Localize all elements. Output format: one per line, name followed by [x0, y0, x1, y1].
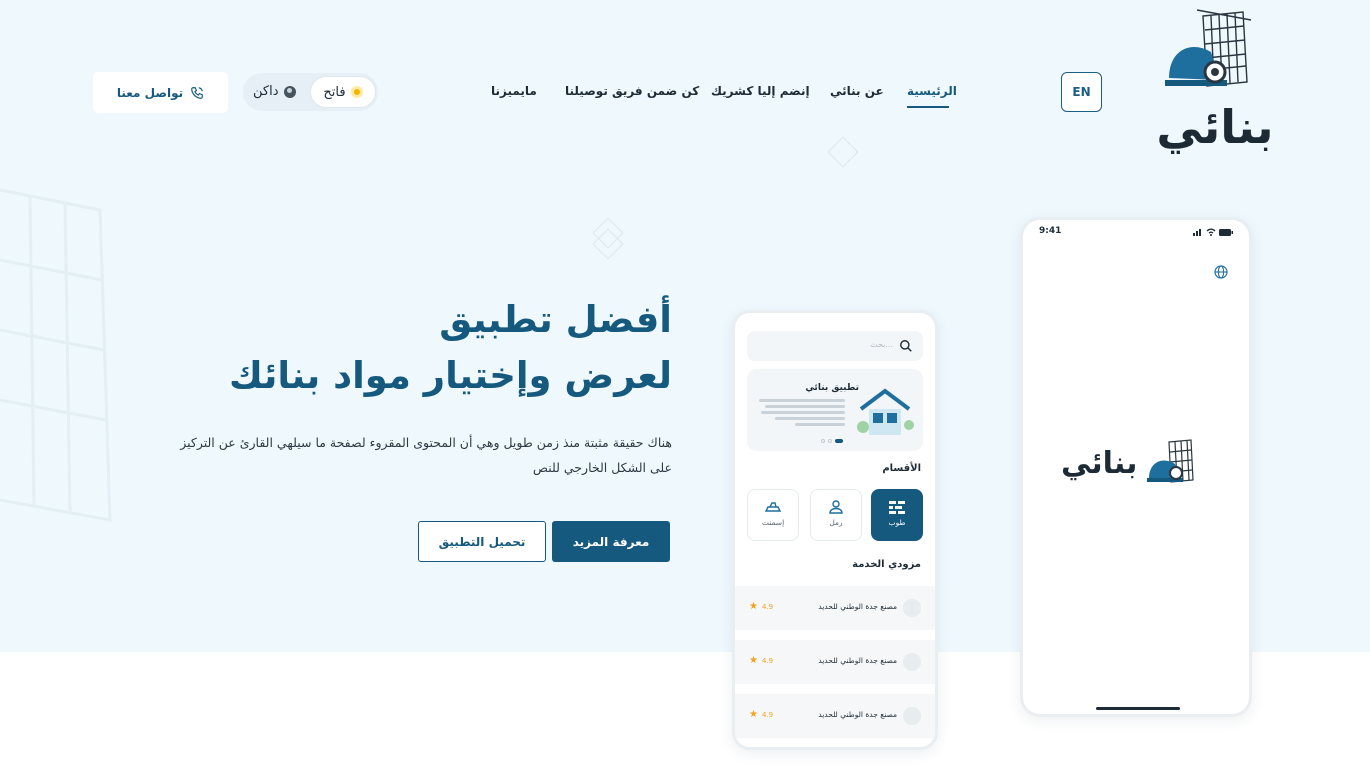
mockup-search-bar: بحث... — [747, 331, 923, 361]
mockup-carousel-dots — [821, 439, 843, 443]
provider-rating: ★ 4.9 — [749, 655, 773, 666]
language-button[interactable]: EN — [1061, 72, 1102, 112]
star-icon: ★ — [749, 709, 758, 720]
sun-icon — [350, 86, 363, 98]
brand-logo-text: بنائي — [1156, 100, 1274, 154]
provider-rating-value: 4.9 — [761, 710, 774, 719]
house-illustration-icon — [857, 388, 914, 435]
theme-dark-label: داكن — [253, 84, 279, 99]
theme-light-option[interactable]: فاتح — [310, 76, 376, 108]
mockup-provider-row: مصنع جدة الوطني للحديد ★ 4.9 — [735, 694, 935, 738]
download-app-button[interactable]: تحميل التطبيق — [418, 521, 546, 562]
hero-title: أفضل تطبيق لعرض وإختيار مواد بنائك — [229, 292, 672, 404]
mockup-category-label: رمل — [829, 518, 843, 527]
provider-rating-value: 4.9 — [761, 602, 774, 611]
wifi-icon — [1206, 228, 1216, 236]
background-grid-decoration — [0, 188, 112, 522]
learn-more-button[interactable]: معرفة المزيد — [552, 521, 670, 562]
active-nav-underline — [907, 106, 949, 108]
mockup-provider-row: مصنع جدة الوطني للحديد ★ 4.9 — [735, 640, 935, 684]
app-screen-mockup: بحث... تطبيق بنائي الأقسام طوب رمل إسمنت… — [732, 310, 938, 750]
hero-title-line-2: لعرض وإختيار مواد بنائك — [229, 354, 672, 397]
mockup-category-sand: رمل — [810, 489, 862, 541]
nav-item-home[interactable]: الرئيسية — [907, 84, 957, 98]
status-bar-time: 9:41 — [1039, 226, 1062, 236]
provider-rating: ★ 4.9 — [749, 709, 773, 720]
provider-name: مصنع جدة الوطني للحديد — [818, 602, 897, 611]
nav-item-features[interactable]: مايميزنا — [491, 84, 537, 98]
mockup-category-label: طوب — [888, 518, 906, 527]
moon-icon — [283, 85, 296, 98]
building-helmet-icon — [1147, 439, 1194, 483]
mockup-categories-title: الأقسام — [882, 463, 921, 474]
contact-us-button[interactable]: تواصل معنا — [93, 72, 228, 113]
provider-rating: ★ 4.9 — [749, 601, 773, 612]
splash-screen-mockup: 9:41 بنائي — [1020, 217, 1252, 717]
theme-light-label: فاتح — [323, 84, 346, 100]
provider-logo-icon — [903, 653, 921, 671]
mockup-banner-title: تطبيق بنائي — [805, 383, 859, 393]
star-icon: ★ — [749, 601, 758, 612]
mockup-category-bricks: طوب — [871, 489, 923, 541]
theme-dark-option[interactable]: داكن — [253, 84, 296, 99]
provider-name: مصنع جدة الوطني للحديد — [818, 656, 897, 665]
nav-item-delivery-team[interactable]: كن ضمن فريق توصيلنا — [565, 84, 699, 98]
splash-logo-text: بنائي — [1061, 446, 1138, 481]
mockup-category-cement: إسمنت — [747, 489, 799, 541]
contact-us-label: تواصل معنا — [116, 85, 184, 100]
nav-item-about[interactable]: عن بنائي — [830, 84, 884, 98]
mockup-provider-row: مصنع جدة الوطني للحديد ★ 4.9 — [735, 586, 935, 630]
phone-icon — [191, 86, 203, 99]
mockup-banner-text-lines — [759, 399, 845, 429]
mockup-providers-title: مزودي الخدمة — [852, 559, 921, 570]
status-bar-icons — [1193, 228, 1233, 236]
cement-icon — [764, 502, 782, 512]
search-icon — [900, 340, 912, 352]
provider-logo-icon — [903, 599, 921, 617]
brand-logo[interactable]: بنائي — [1155, 8, 1275, 158]
provider-logo-icon — [903, 707, 921, 725]
building-helmet-icon — [1165, 9, 1252, 87]
battery-icon — [1219, 228, 1233, 236]
hero-description: هناك حقيقة مثبتة منذ زمن طويل وهي أن الم… — [180, 435, 672, 475]
mockup-category-label: إسمنت — [761, 518, 785, 527]
bricks-icon — [889, 501, 905, 514]
signal-icon — [1193, 229, 1201, 236]
provider-rating-value: 4.9 — [761, 656, 774, 665]
star-icon: ★ — [749, 655, 758, 666]
home-indicator — [1096, 707, 1180, 710]
sand-icon — [829, 500, 843, 514]
nav-item-partner[interactable]: إنضم إليا كشريك — [711, 84, 810, 98]
splash-logo: بنائي — [1061, 439, 1221, 496]
provider-name: مصنع جدة الوطني للحديد — [818, 710, 897, 719]
hero-title-line-1: أفضل تطبيق — [439, 298, 672, 341]
mockup-search-placeholder: بحث... — [870, 340, 893, 349]
globe-icon — [1214, 265, 1228, 279]
